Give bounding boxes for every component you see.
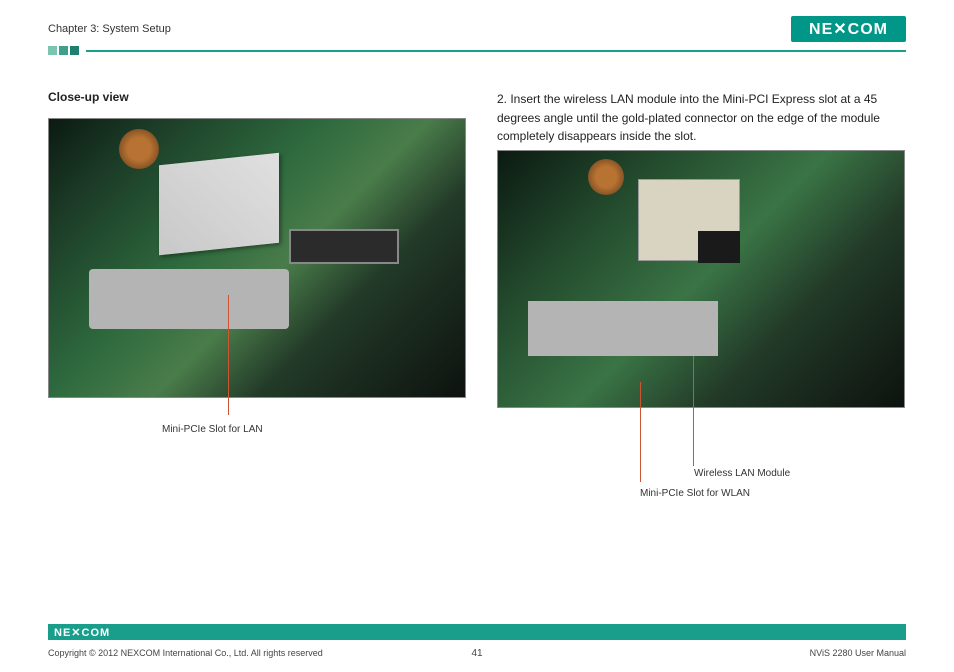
connector-icon bbox=[289, 229, 399, 264]
decorative-squares bbox=[48, 46, 79, 55]
header-rule bbox=[86, 50, 906, 52]
chapter-title: Chapter 3: System Setup bbox=[48, 23, 171, 35]
install-photo bbox=[497, 150, 905, 408]
header: Chapter 3: System Setup NE✕COM bbox=[48, 15, 906, 43]
square-icon bbox=[48, 46, 57, 55]
closeup-photo bbox=[48, 118, 466, 398]
page-number: 41 bbox=[48, 648, 906, 659]
coil-icon bbox=[119, 129, 159, 169]
brand-logo-top: NE✕COM bbox=[791, 16, 906, 42]
step-body: Insert the wireless LAN module into the … bbox=[497, 92, 880, 143]
chip-icon bbox=[698, 231, 740, 263]
square-icon bbox=[70, 46, 79, 55]
callout-line bbox=[640, 382, 641, 482]
caption-mini-pcie-wlan: Mini-PCIe Slot for WLAN bbox=[640, 488, 750, 499]
square-icon bbox=[59, 46, 68, 55]
caption-mini-pcie-lan: Mini-PCIe Slot for LAN bbox=[162, 424, 263, 435]
left-column: Close-up view bbox=[48, 90, 467, 408]
coil-icon bbox=[588, 159, 624, 195]
step-instruction: 2. Insert the wireless LAN module into t… bbox=[497, 90, 906, 146]
callout-line bbox=[228, 295, 229, 415]
brand-logo-bottom: NE✕COM bbox=[48, 626, 110, 639]
closeup-heading: Close-up view bbox=[48, 90, 467, 104]
content-area: Close-up view 2. Insert the wireless LAN… bbox=[48, 90, 906, 408]
footer: Copyright © 2012 NEXCOM International Co… bbox=[48, 648, 906, 658]
step-number: 2. bbox=[497, 92, 507, 106]
manual-page: Chapter 3: System Setup NE✕COM Close-up … bbox=[0, 0, 954, 672]
callout-line bbox=[693, 356, 694, 466]
brand-logo-text: NE✕COM bbox=[809, 19, 888, 39]
right-column: 2. Insert the wireless LAN module into t… bbox=[497, 90, 906, 408]
footer-bar: NE✕COM bbox=[48, 624, 906, 640]
caption-wlan-module: Wireless LAN Module bbox=[694, 468, 790, 479]
